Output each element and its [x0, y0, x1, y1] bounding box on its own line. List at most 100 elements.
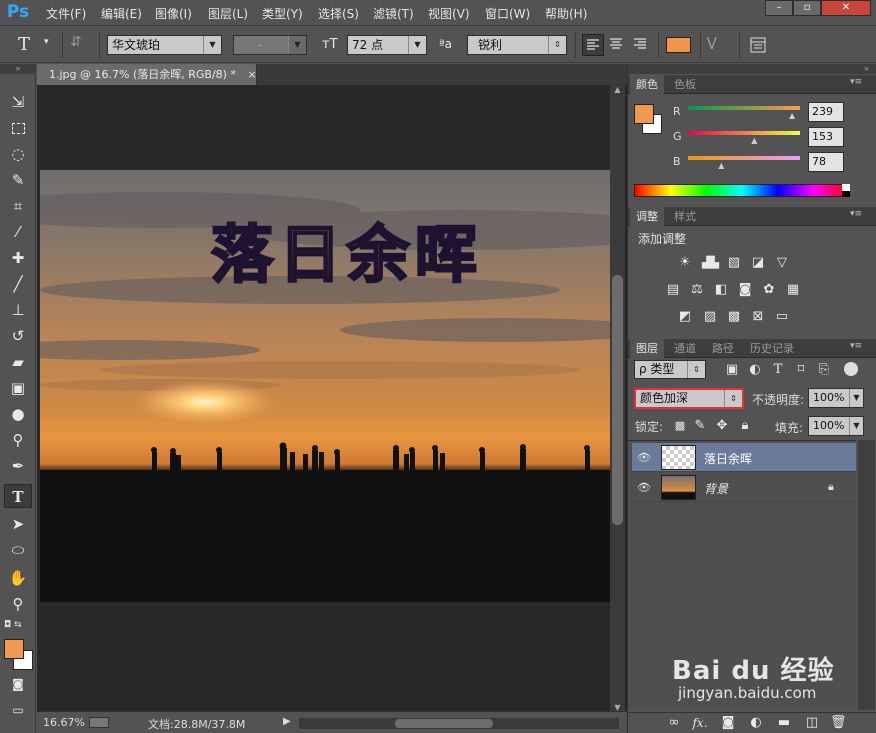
scrollbar-thumb[interactable]: [612, 275, 623, 525]
scroll-up-icon[interactable]: ▲: [613, 85, 622, 97]
blue-slider[interactable]: [688, 156, 800, 160]
font-family-select[interactable]: 华文琥珀 ▼: [107, 35, 222, 55]
font-style-select[interactable]: - ▼: [233, 35, 307, 55]
color-balance-adjust-icon[interactable]: ⚖: [689, 282, 705, 298]
panel-menu-icon[interactable]: ▾≡: [850, 209, 862, 219]
default-colors-icon[interactable]: ◘ ⇆: [4, 620, 22, 630]
invert-adjust-icon[interactable]: ◩: [677, 309, 693, 325]
foreground-color-swatch[interactable]: [4, 639, 24, 659]
black-white-adjust-icon[interactable]: ◧: [713, 282, 729, 298]
exposure-adjust-icon[interactable]: ◪: [750, 255, 766, 271]
layer-name[interactable]: 背景: [704, 480, 728, 497]
menu-layer[interactable]: 图层(L): [208, 5, 248, 22]
new-adjustment-icon[interactable]: ◐: [748, 715, 764, 731]
tab-history[interactable]: 历史记录: [744, 339, 800, 358]
tab-paths[interactable]: 路径: [706, 339, 740, 358]
quick-select-tool-icon[interactable]: ✎: [4, 168, 32, 192]
blend-mode-select[interactable]: 颜色加深 ⇕: [634, 388, 744, 409]
layer-filter-select[interactable]: ρ 类型 ⇕: [634, 360, 706, 379]
type-tool-icon[interactable]: T: [4, 484, 32, 508]
font-size-select[interactable]: 72 点 ▼: [347, 35, 427, 55]
white-swatch[interactable]: [842, 184, 850, 191]
menu-type[interactable]: 类型(Y): [262, 5, 303, 22]
threshold-adjust-icon[interactable]: ▩: [726, 309, 742, 325]
close-button[interactable]: ✕: [821, 0, 871, 16]
color-spectrum-bar[interactable]: [634, 184, 850, 197]
menu-edit[interactable]: 编辑(E): [101, 5, 142, 22]
visibility-eye-icon[interactable]: 👁︎: [637, 451, 651, 464]
posterize-adjust-icon[interactable]: ▨: [702, 309, 718, 325]
panel-menu-icon[interactable]: ▾≡: [850, 341, 862, 351]
gradient-tool-icon[interactable]: ▣: [4, 376, 32, 400]
screen-mode-icon[interactable]: ▭: [4, 698, 32, 722]
path-selection-tool-icon[interactable]: ➤: [4, 512, 32, 536]
red-slider-thumb[interactable]: ▲: [789, 111, 795, 120]
horizontal-scrollbar[interactable]: [299, 718, 619, 729]
dodge-tool-icon[interactable]: ⚲: [4, 428, 32, 452]
status-menu-arrow-icon[interactable]: ▶: [283, 716, 291, 727]
new-group-icon[interactable]: ▬: [776, 715, 792, 731]
tool-preset-arrow-icon[interactable]: ▾: [44, 37, 49, 47]
lock-all-icon[interactable]: 🔒︎: [737, 418, 753, 434]
menu-select[interactable]: 选择(S): [318, 5, 359, 22]
green-value-field[interactable]: 153: [808, 127, 844, 147]
menu-window[interactable]: 窗口(W): [485, 5, 530, 22]
panel-menu-icon[interactable]: ▾≡: [850, 77, 862, 87]
lasso-tool-icon[interactable]: ◌: [4, 142, 32, 166]
lock-image-icon[interactable]: ✎: [692, 418, 708, 434]
type-tool-icon[interactable]: T: [18, 34, 30, 55]
filter-adjustment-icon[interactable]: ◐: [747, 362, 763, 378]
vibrance-adjust-icon[interactable]: ▽: [774, 255, 790, 271]
levels-adjust-icon[interactable]: ▟▙: [702, 255, 719, 271]
brightness-adjust-icon[interactable]: ☀: [677, 255, 693, 271]
clone-stamp-tool-icon[interactable]: ⊥: [4, 298, 32, 322]
delete-layer-icon[interactable]: 🗑︎: [830, 715, 847, 731]
link-layers-icon[interactable]: ∞: [666, 715, 682, 731]
minimize-button[interactable]: –: [765, 0, 793, 16]
red-slider[interactable]: [688, 106, 800, 110]
tab-styles[interactable]: 样式: [668, 207, 702, 226]
tab-close-icon[interactable]: ×: [247, 68, 256, 81]
dock-collapse-icon[interactable]: »: [628, 64, 876, 74]
menu-image[interactable]: 图像(I): [155, 5, 192, 22]
align-left-button[interactable]: [582, 34, 604, 56]
lock-position-icon[interactable]: ✥: [714, 418, 730, 434]
marquee-tool-icon[interactable]: [4, 116, 32, 140]
layer-style-icon[interactable]: fx.: [692, 715, 708, 731]
layer-row[interactable]: 👁︎ 背景 🔒︎: [632, 473, 856, 502]
lock-transparent-icon[interactable]: ▩: [672, 418, 688, 434]
zoom-level[interactable]: 16.67%: [43, 716, 85, 729]
visibility-eye-icon[interactable]: 👁︎: [637, 481, 651, 494]
photo-filter-adjust-icon[interactable]: ◙: [737, 282, 753, 298]
gradient-map-adjust-icon[interactable]: ▭: [774, 309, 790, 325]
vertical-scrollbar[interactable]: ▲ ▼: [610, 85, 625, 715]
antialias-select[interactable]: 锐利 ⇕: [467, 35, 567, 55]
history-brush-tool-icon[interactable]: ↺: [4, 324, 32, 348]
channel-mixer-adjust-icon[interactable]: ✿: [761, 282, 777, 298]
crop-tool-icon[interactable]: ⌗: [4, 194, 32, 218]
green-slider-thumb[interactable]: ▲: [751, 136, 757, 145]
opacity-field[interactable]: 100% ▼: [808, 388, 864, 408]
maximize-button[interactable]: ▫: [793, 0, 821, 16]
green-slider[interactable]: [688, 131, 800, 135]
blue-value-field[interactable]: 78: [808, 152, 844, 172]
menu-help[interactable]: 帮助(H): [545, 5, 587, 22]
add-mask-icon[interactable]: ◙: [720, 715, 736, 731]
tab-channels[interactable]: 通道: [668, 339, 702, 358]
black-swatch[interactable]: [842, 191, 850, 197]
canvas-image[interactable]: 落日余晖: [40, 170, 610, 602]
filter-toggle-icon[interactable]: [844, 362, 858, 376]
ellipse-tool-icon[interactable]: ⬭: [4, 538, 32, 562]
red-value-field[interactable]: 239: [808, 102, 844, 122]
hand-tool-icon[interactable]: ✋: [4, 566, 32, 590]
brush-tool-icon[interactable]: ╱: [4, 272, 32, 296]
menu-view[interactable]: 视图(V): [428, 5, 470, 22]
layer-name[interactable]: 落日余晖: [704, 450, 752, 467]
filter-type-icon[interactable]: T: [770, 362, 786, 378]
eyedropper-tool-icon[interactable]: ⁄: [4, 220, 32, 244]
layers-scrollbar[interactable]: [858, 440, 875, 710]
tab-layers[interactable]: 图层: [630, 339, 664, 358]
eraser-tool-icon[interactable]: ▰: [4, 350, 32, 374]
align-center-button[interactable]: [606, 34, 628, 56]
curves-adjust-icon[interactable]: ▧: [726, 255, 742, 271]
